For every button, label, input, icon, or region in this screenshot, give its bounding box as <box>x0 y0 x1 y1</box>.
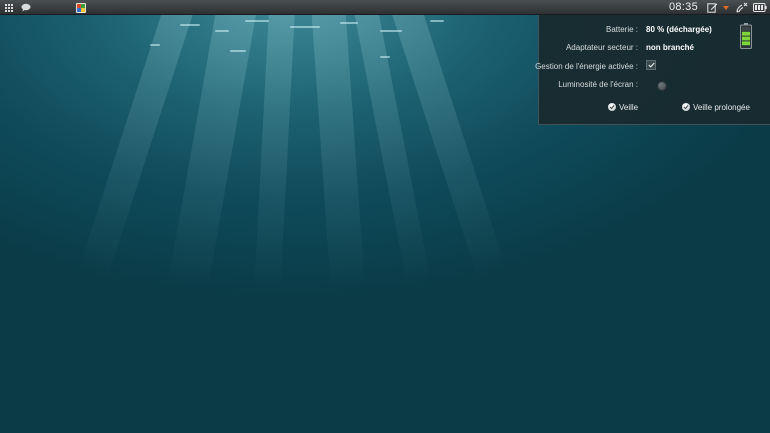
power-management-popup: Batterie : 80 % (déchargée) Adaptateur s… <box>535 15 770 125</box>
water-shimmer <box>150 44 160 46</box>
water-shimmer <box>340 22 358 24</box>
hibernate-button[interactable]: Veille prolongée <box>682 101 750 113</box>
brightness-label: Luminosité de l'écran : <box>558 80 638 89</box>
adapter-value: non branché <box>646 43 695 52</box>
water-shimmer <box>380 56 390 58</box>
checkmark-icon <box>647 62 655 68</box>
water-shimmer <box>245 20 269 22</box>
edit-icon[interactable] <box>707 2 718 13</box>
power-management-label: Gestion de l'énergie activée : <box>535 62 638 71</box>
brightness-slider[interactable] <box>657 81 667 91</box>
chat-icon[interactable] <box>20 2 31 13</box>
water-shimmer <box>430 20 444 22</box>
power-management-checkbox[interactable] <box>646 60 656 70</box>
light-ray <box>310 0 365 291</box>
battery-value: 80 % (déchargée) <box>646 25 712 34</box>
sleep-icon <box>608 103 616 111</box>
app-grid-icon[interactable] <box>4 2 13 13</box>
water-shimmer <box>230 50 246 52</box>
caret-down-icon[interactable] <box>722 2 729 13</box>
sleep-button[interactable]: Veille <box>608 101 638 113</box>
water-shimmer <box>290 26 320 28</box>
sleep-label: Veille <box>619 102 639 112</box>
battery-icon[interactable] <box>753 2 767 13</box>
app-launcher-icon[interactable] <box>75 2 86 13</box>
water-shimmer <box>380 30 402 32</box>
hibernate-label: Veille prolongée <box>693 102 750 112</box>
large-battery-icon <box>740 23 752 49</box>
light-ray <box>254 0 296 291</box>
battery-label: Batterie : <box>605 25 638 34</box>
network-signal-icon[interactable] <box>735 2 748 13</box>
adapter-label: Adaptateur secteur : <box>565 43 638 52</box>
water-shimmer <box>180 24 200 26</box>
hibernate-icon <box>682 103 690 111</box>
clock[interactable]: 08:35 <box>669 1 698 13</box>
water-shimmer <box>215 30 229 32</box>
top-panel: 08:35 <box>0 0 770 15</box>
